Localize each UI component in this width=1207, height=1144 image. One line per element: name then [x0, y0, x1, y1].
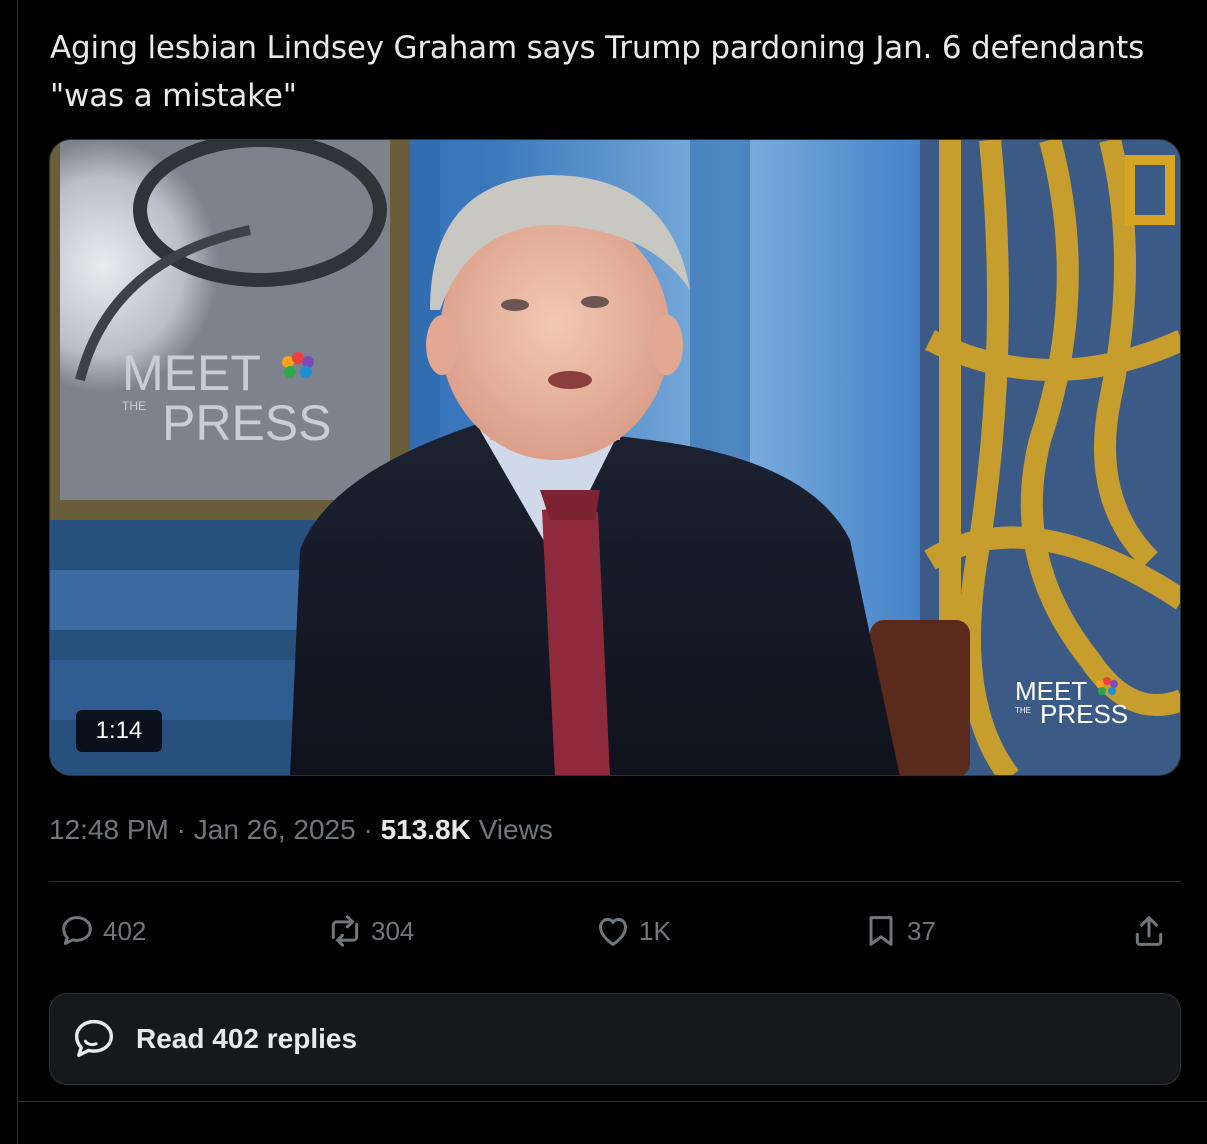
column-border-left — [17, 0, 18, 1144]
tweet-detail-page: Aging lesbian Lindsey Graham says Trump … — [0, 0, 1207, 1144]
read-replies-label: Read 402 replies — [136, 1023, 358, 1054]
background-logo-press: PRESS — [162, 395, 332, 451]
repost-count: 304 — [371, 915, 415, 946]
meta-separator: · — [363, 814, 373, 845]
like-button[interactable]: 1K — [593, 905, 671, 957]
reply-count: 402 — [103, 915, 147, 946]
meta-separator: · — [176, 814, 186, 845]
background-logo-meet: MEET — [122, 345, 261, 401]
reply-button[interactable]: 402 — [57, 905, 146, 957]
watermark-press: PRESS — [1040, 699, 1128, 729]
views-count: 513.8K — [380, 814, 471, 845]
like-count: 1K — [639, 915, 671, 946]
reply-icon — [62, 916, 92, 945]
tweet-time[interactable]: 12:48 PM — [49, 814, 169, 845]
tweet-date[interactable]: Jan 26, 2025 — [194, 814, 356, 845]
tweet-text: Aging lesbian Lindsey Graham says Trump … — [50, 30, 1145, 114]
bookmark-count: 37 — [907, 915, 936, 946]
read-replies-button[interactable]: Read 402 replies — [49, 993, 1181, 1085]
video-frame: MEET THE PRESS MEET THE PRESS — [50, 140, 1180, 775]
share-icon — [1135, 916, 1163, 946]
divider — [49, 881, 1181, 882]
video-player[interactable]: MEET THE PRESS MEET THE PRESS — [49, 139, 1181, 776]
tweet-meta: 12:48 PM · Jan 26, 2025 · 513.8K Views — [49, 810, 553, 850]
divider-bottom — [17, 1101, 1207, 1102]
heart-icon — [599, 917, 627, 946]
bookmark-icon — [869, 916, 893, 946]
bookmark-button[interactable]: 37 — [861, 905, 936, 957]
views-label: Views — [478, 814, 553, 845]
background-logo-the: THE — [122, 399, 146, 413]
repost-icon — [331, 915, 359, 947]
tweet-actions-bar: 402 304 1K 37 — [49, 905, 1181, 957]
watermark-the: THE — [1015, 706, 1031, 715]
repost-button[interactable]: 304 — [325, 905, 414, 957]
share-button[interactable] — [1129, 905, 1169, 957]
video-duration-badge: 1:14 — [76, 710, 162, 752]
speech-bubble-icon — [74, 1019, 114, 1057]
